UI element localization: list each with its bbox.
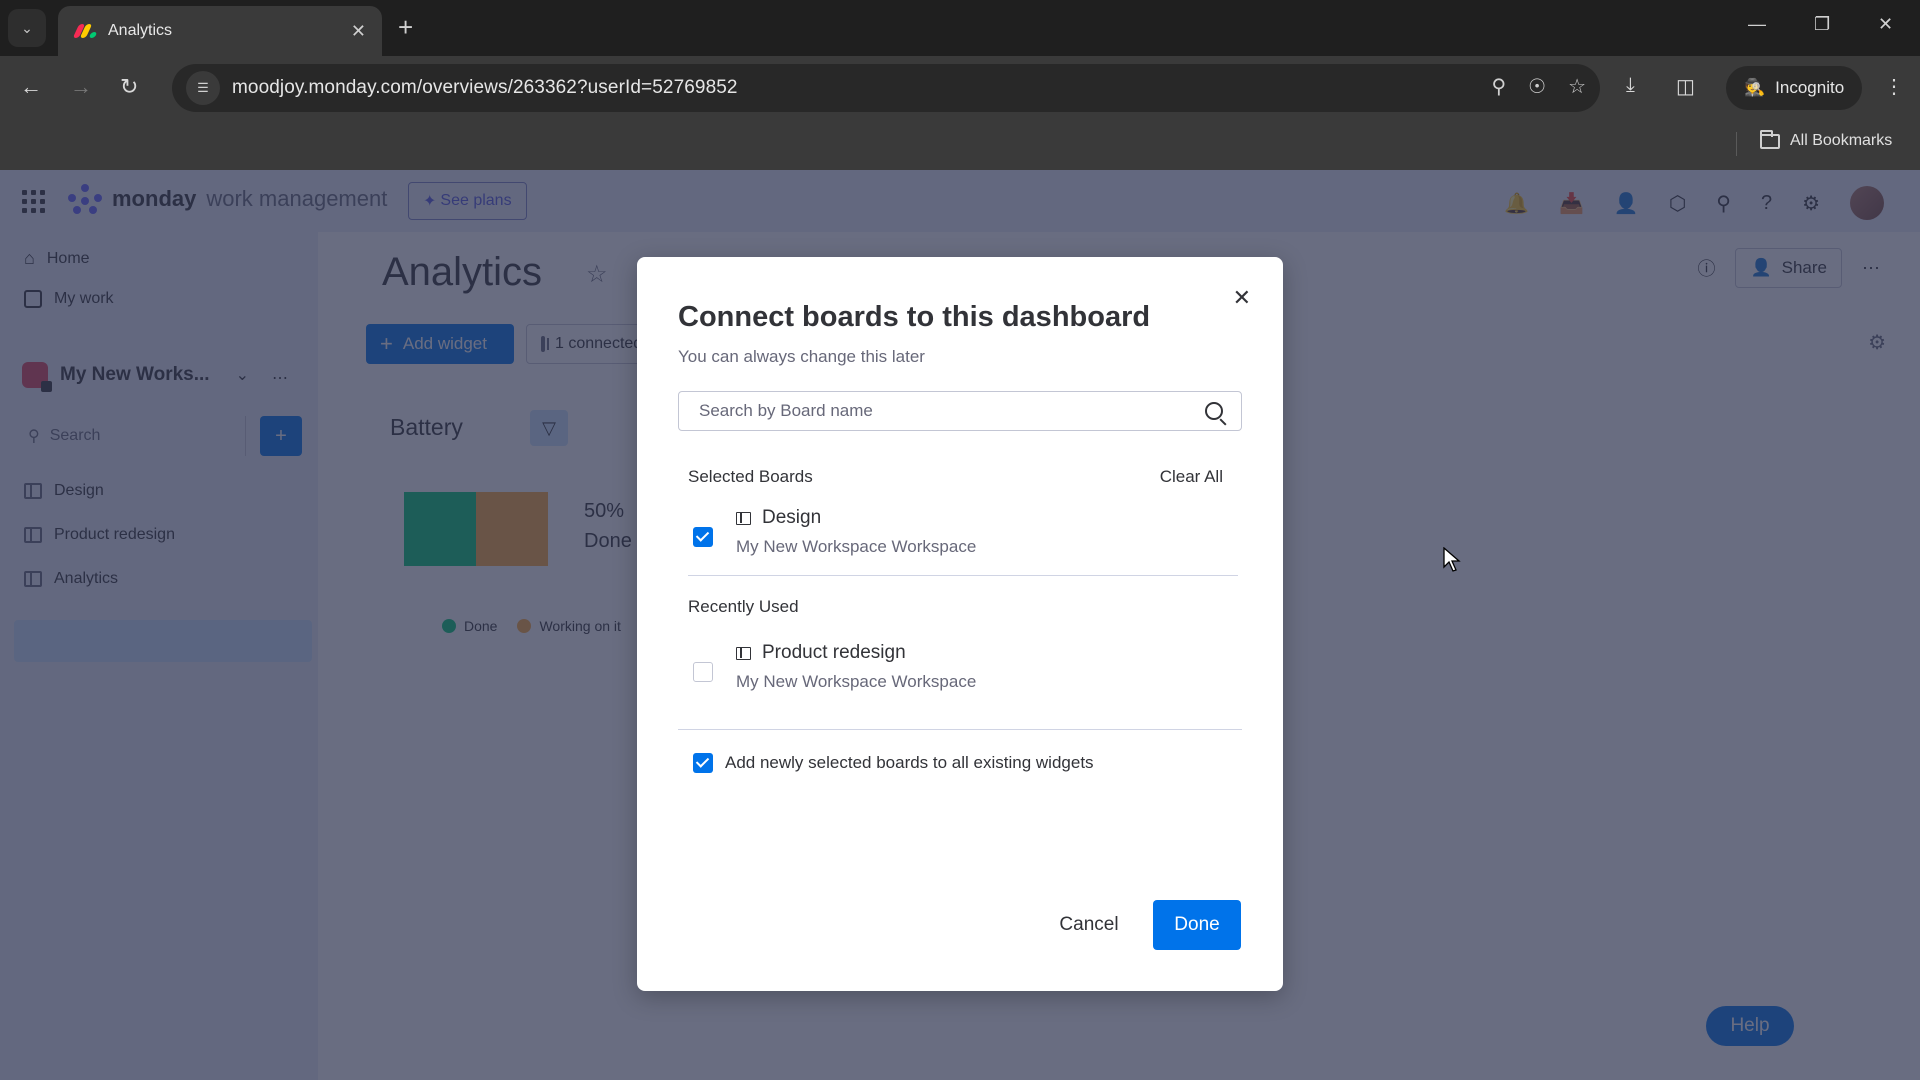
- board-row-product-redesign[interactable]: Product redesign My New Workspace Worksp…: [688, 642, 1238, 712]
- close-window-icon[interactable]: ✕: [1878, 14, 1893, 35]
- section-divider: [678, 729, 1242, 730]
- board-row-design[interactable]: Design My New Workspace Workspace: [688, 507, 1238, 577]
- site-info-icon[interactable]: ☰: [186, 71, 220, 105]
- dialog-subtitle: You can always change this later: [678, 347, 925, 366]
- board-name: Product redesign: [762, 642, 906, 663]
- add-to-widgets-checkbox[interactable]: [693, 753, 713, 773]
- minimize-window-icon[interactable]: —: [1748, 14, 1766, 35]
- tab-title: Analytics: [108, 22, 173, 39]
- reload-icon[interactable]: ↻: [120, 74, 138, 100]
- monday-favicon-icon: [72, 22, 98, 40]
- download-icon[interactable]: ⤓: [1626, 74, 1635, 97]
- url-text[interactable]: moodjoy.monday.com/overviews/263362?user…: [232, 77, 738, 99]
- board-icon: [736, 647, 751, 660]
- all-bookmarks-label: All Bookmarks: [1790, 132, 1893, 149]
- board-search-input[interactable]: [699, 401, 1205, 421]
- all-bookmarks-button[interactable]: All Bookmarks: [1760, 129, 1893, 150]
- new-tab-button[interactable]: +: [398, 12, 413, 43]
- incognito-indicator[interactable]: 🕵 Incognito: [1726, 66, 1863, 110]
- board-name: Design: [762, 507, 822, 528]
- add-to-widgets-label: Add newly selected boards to all existin…: [725, 753, 1094, 772]
- search-icon: [1205, 402, 1223, 420]
- back-arrow-icon[interactable]: ←: [20, 74, 42, 100]
- browser-tab-bar: ⌄ Analytics ✕ + — ❐ ✕: [0, 0, 1920, 56]
- forward-arrow-icon[interactable]: →: [70, 74, 92, 100]
- chevron-down-icon: ⌄: [21, 19, 33, 36]
- zoom-out-icon[interactable]: ⚲: [1491, 74, 1506, 99]
- selected-boards-heading: Selected Boards: [688, 467, 813, 486]
- incognito-icon: 🕵: [1744, 78, 1766, 97]
- close-icon[interactable]: ✕: [1233, 285, 1251, 311]
- board-checkbox[interactable]: [693, 662, 713, 682]
- done-button[interactable]: Done: [1153, 900, 1241, 950]
- browser-toolbar: ← → ↻ ☰ moodjoy.monday.com/overviews/263…: [0, 56, 1920, 120]
- bookmarks-divider: [1736, 132, 1737, 156]
- incognito-label: Incognito: [1775, 78, 1845, 97]
- board-checkbox[interactable]: [693, 527, 713, 547]
- close-tab-icon[interactable]: ✕: [351, 21, 366, 42]
- recently-used-heading: Recently Used: [688, 597, 799, 616]
- dialog-title: Connect boards to this dashboard: [678, 301, 1151, 333]
- section-divider: [688, 575, 1238, 576]
- restore-window-icon[interactable]: ❐: [1814, 14, 1830, 35]
- bookmarks-bar: All Bookmarks: [0, 120, 1920, 170]
- clear-all-button[interactable]: Clear All: [1160, 467, 1223, 487]
- connect-boards-dialog: ✕ Connect boards to this dashboard You c…: [637, 257, 1283, 991]
- tab-search-button[interactable]: ⌄: [8, 9, 46, 47]
- board-workspace: My New Workspace Workspace: [736, 537, 977, 556]
- board-icon: [736, 512, 751, 525]
- cancel-button[interactable]: Cancel: [1048, 901, 1130, 949]
- side-panel-icon[interactable]: ◫: [1676, 74, 1695, 99]
- add-to-widgets-option[interactable]: Add newly selected boards to all existin…: [693, 753, 1094, 773]
- browser-tab-analytics[interactable]: Analytics ✕: [58, 6, 382, 56]
- bookmark-star-icon[interactable]: ☆: [1568, 74, 1586, 99]
- folder-icon: [1760, 129, 1780, 149]
- board-workspace: My New Workspace Workspace: [736, 672, 977, 691]
- eye-off-icon[interactable]: ☉: [1528, 74, 1546, 99]
- address-bar[interactable]: ☰ moodjoy.monday.com/overviews/263362?us…: [172, 64, 1600, 112]
- browser-menu-icon[interactable]: ⋮: [1884, 74, 1904, 99]
- board-search-field[interactable]: [678, 391, 1242, 431]
